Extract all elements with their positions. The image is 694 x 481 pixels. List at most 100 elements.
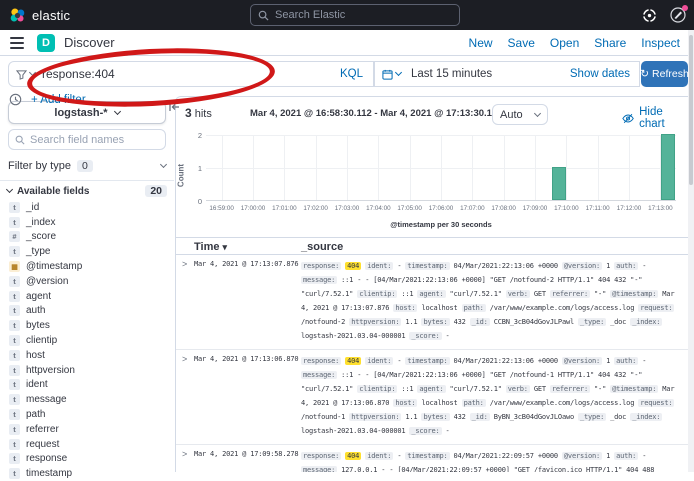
- interval-select[interactable]: Auto: [492, 104, 548, 125]
- field-name-chip: @timestamp:: [610, 290, 658, 298]
- action-open[interactable]: Open: [550, 36, 579, 50]
- global-search-placeholder: Search Elastic: [275, 9, 345, 21]
- highlighted-value: 404: [345, 452, 361, 460]
- elastic-logo: elastic: [9, 7, 70, 24]
- global-search-input[interactable]: Search Elastic: [250, 4, 460, 26]
- field-request[interactable]: trequest: [9, 437, 172, 452]
- field-path[interactable]: tpath: [9, 407, 172, 422]
- column-source: _source: [301, 241, 343, 253]
- field-name-chip: host:: [393, 304, 417, 312]
- scrollbar-thumb[interactable]: [689, 35, 693, 185]
- field-name-chip: ident:: [365, 452, 393, 460]
- query-input[interactable]: response:404 KQL: [8, 61, 374, 87]
- field-clientip[interactable]: tclientip: [9, 333, 172, 348]
- field-timestamp[interactable]: ttimestamp: [9, 466, 172, 481]
- field-name: _score: [26, 231, 56, 242]
- field-name: response: [26, 453, 67, 464]
- field-name-chip: auth:: [614, 357, 638, 365]
- field-httpversion[interactable]: thttpversion: [9, 363, 172, 378]
- field-name: @timestamp: [26, 261, 82, 272]
- chevron-down-icon: [160, 160, 167, 167]
- field-_score[interactable]: #_score: [9, 230, 172, 245]
- row-timestamp: Mar 4, 2021 @ 17:09:58.278: [194, 450, 298, 458]
- field-search-input[interactable]: Search field names: [8, 129, 166, 150]
- field-host[interactable]: thost: [9, 348, 172, 363]
- text-field-icon: t: [9, 276, 20, 287]
- field-_type[interactable]: t_type: [9, 244, 172, 259]
- field-_id[interactable]: t_id: [9, 200, 172, 215]
- user-menu[interactable]: [670, 7, 686, 23]
- field-name-chip: @timestamp:: [610, 385, 658, 393]
- row-timestamp: Mar 4, 2021 @ 17:13:07.876: [194, 260, 298, 268]
- field-name: auth: [26, 305, 45, 316]
- row-source: response: 404 ident: - timestamp: 04/Mar…: [301, 259, 684, 343]
- field-name-chip: _type:: [578, 318, 606, 326]
- field-auth[interactable]: tauth: [9, 304, 172, 319]
- hits-count: 3 hits: [185, 106, 212, 120]
- field-name-chip: timestamp:: [405, 262, 449, 270]
- field-referrer[interactable]: treferrer: [9, 422, 172, 437]
- y-tick-label: 1: [180, 164, 202, 173]
- field-agent[interactable]: tagent: [9, 289, 172, 304]
- field-_index[interactable]: t_index: [9, 215, 172, 230]
- filter-history-icon[interactable]: [9, 93, 22, 106]
- field-@timestamp[interactable]: ▦@timestamp: [9, 259, 172, 274]
- field-search-placeholder: Search field names: [30, 134, 124, 146]
- expand-row-icon[interactable]: >: [182, 354, 187, 364]
- chevron-down-icon: [29, 69, 36, 76]
- brand-name: elastic: [32, 8, 70, 23]
- histogram-bar[interactable]: [552, 167, 566, 200]
- query-language-button[interactable]: KQL: [330, 68, 373, 80]
- field-@version[interactable]: t @version: [9, 274, 172, 289]
- refresh-button[interactable]: ↻ Refresh: [641, 61, 688, 87]
- field-name-chip: message:: [301, 466, 337, 472]
- action-inspect[interactable]: Inspect: [641, 36, 680, 50]
- text-field-icon: t: [9, 379, 20, 390]
- field-name-chip: message:: [301, 276, 337, 284]
- time-range-value[interactable]: Last 15 minutes: [411, 68, 492, 80]
- settings-icon[interactable]: [642, 8, 657, 23]
- field-name-chip: _id:: [470, 318, 490, 326]
- field-name: @version: [26, 276, 68, 287]
- text-field-icon: t: [9, 468, 20, 479]
- show-dates-button[interactable]: Show dates: [570, 68, 639, 80]
- quick-select-menu[interactable]: [375, 69, 408, 80]
- y-axis-label: Count: [177, 156, 186, 196]
- field-name-chip: response:: [301, 452, 341, 460]
- filter-by-type[interactable]: Filter by type 0: [8, 156, 166, 175]
- action-save[interactable]: Save: [508, 36, 535, 50]
- field-name: _id: [26, 202, 39, 213]
- menu-icon[interactable]: [10, 37, 24, 49]
- collapse-sidebar-button[interactable]: [168, 101, 180, 113]
- add-filter-button[interactable]: + Add filter: [31, 94, 86, 106]
- expand-row-icon[interactable]: >: [182, 259, 187, 269]
- field-name-chip: auth:: [614, 452, 638, 460]
- search-icon: [15, 135, 25, 145]
- filter-count-badge: 0: [77, 160, 93, 172]
- date-picker[interactable]: Last 15 minutes Show dates: [374, 61, 640, 87]
- plot-area: [206, 135, 676, 201]
- filter-icon: [16, 69, 27, 80]
- available-fields-toggle[interactable]: Available fields 20: [7, 185, 167, 197]
- histogram-bar[interactable]: [661, 134, 675, 200]
- column-time[interactable]: Time ▾: [194, 241, 227, 253]
- field-name: _type: [26, 246, 50, 257]
- field-response[interactable]: tresponse: [9, 452, 172, 467]
- table-row: >Mar 4, 2021 @ 17:13:06.870response: 404…: [176, 350, 688, 445]
- field-name-chip: @version:: [562, 357, 602, 365]
- field-name-chip: referrer:: [550, 290, 590, 298]
- action-new[interactable]: New: [469, 36, 493, 50]
- action-share[interactable]: Share: [594, 36, 626, 50]
- field-message[interactable]: tmessage: [9, 392, 172, 407]
- highlighted-value: 404: [345, 262, 361, 270]
- field-ident[interactable]: tident: [9, 378, 172, 393]
- text-field-icon: t: [9, 394, 20, 405]
- field-bytes[interactable]: tbytes: [9, 318, 172, 333]
- query-text[interactable]: response:404: [42, 67, 115, 81]
- field-name-chip: response:: [301, 357, 341, 365]
- expand-row-icon[interactable]: >: [182, 449, 187, 459]
- field-name-chip: _type:: [578, 413, 606, 421]
- field-name: agent: [26, 291, 51, 302]
- field-name: clientip: [26, 335, 57, 346]
- saved-query-menu[interactable]: [9, 69, 42, 80]
